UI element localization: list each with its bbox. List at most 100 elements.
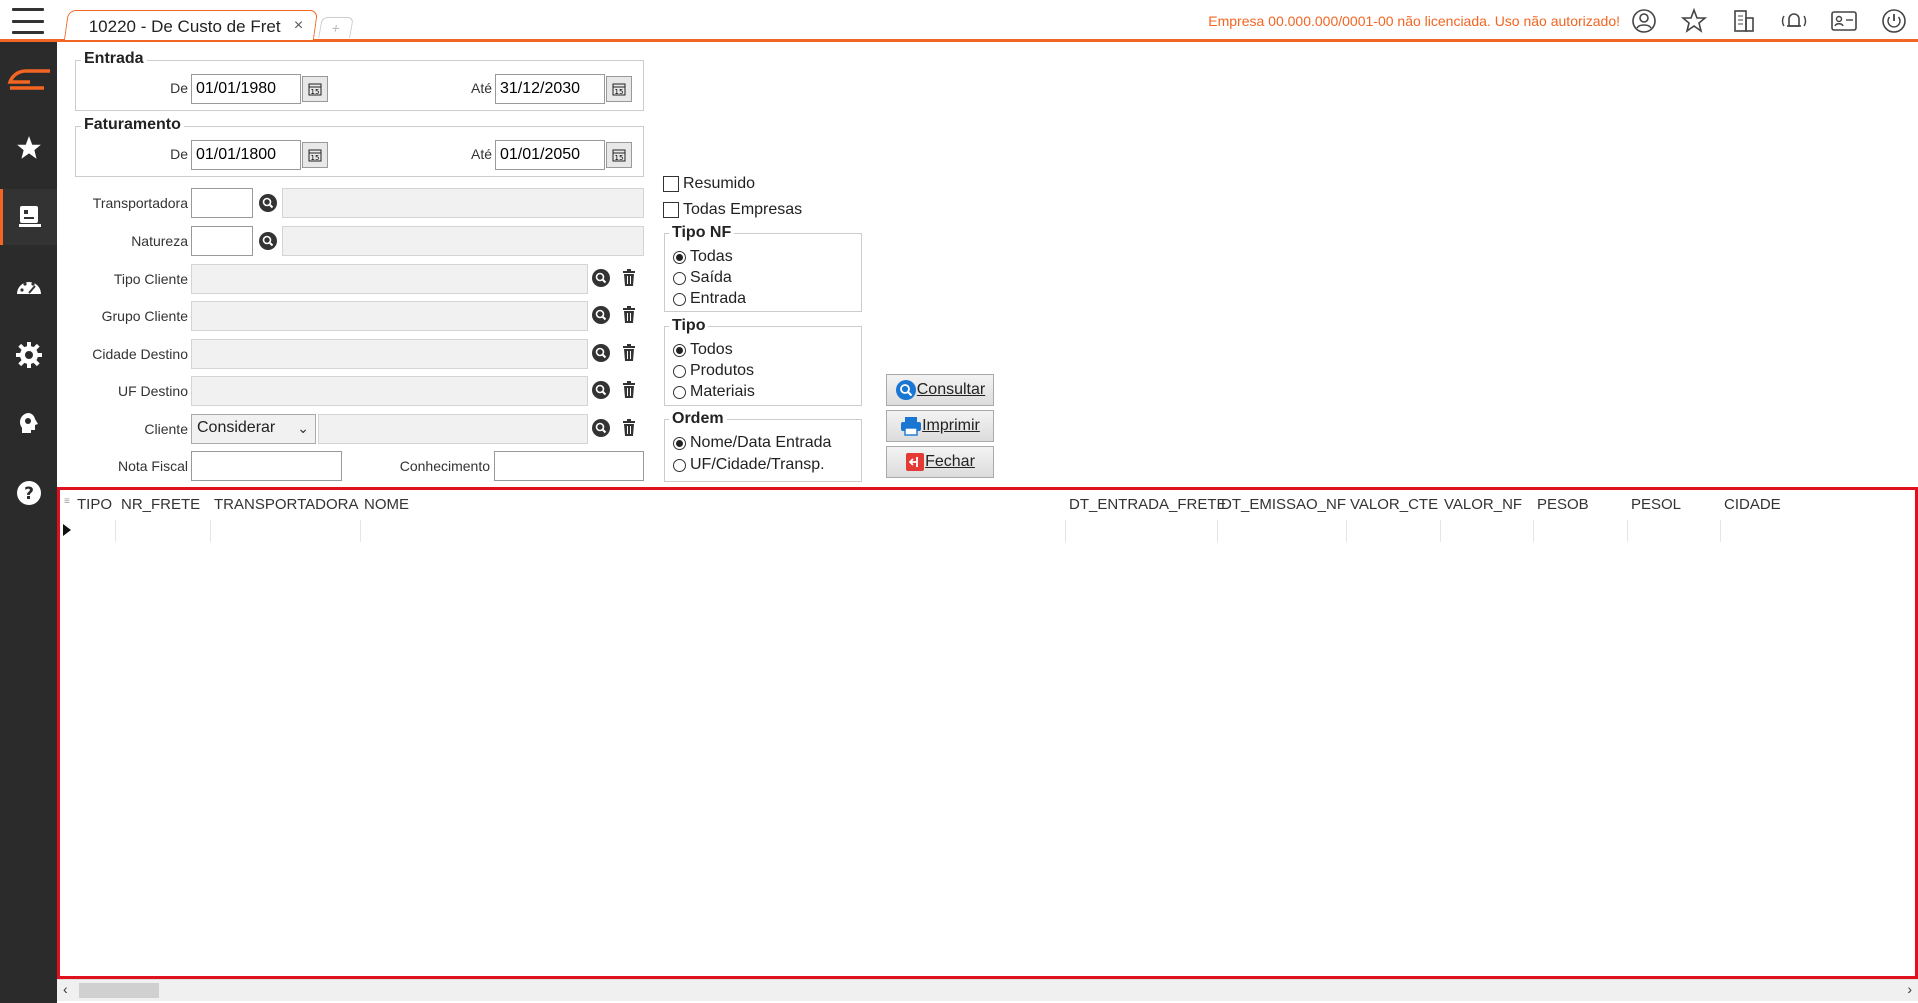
trash-icon[interactable] (618, 417, 640, 439)
profile-card-icon[interactable] (1828, 6, 1860, 36)
radio-tipo-materiais[interactable]: Materiais (673, 383, 755, 401)
natureza-code-input[interactable] (191, 226, 253, 256)
column-divider (1720, 520, 1721, 542)
column-divider (1346, 520, 1347, 542)
search-icon[interactable] (590, 379, 612, 401)
search-icon[interactable] (590, 267, 612, 289)
svg-text:?: ? (24, 484, 34, 504)
checkbox-box (663, 202, 679, 218)
dashboard-icon[interactable] (0, 258, 57, 314)
results-grid[interactable]: ≡ TIPO NR_FRETE TRANSPORTADORA NOME DT_E… (57, 487, 1918, 979)
radio-ordem-uf-cidade[interactable]: UF/Cidade/Transp. (673, 456, 825, 474)
radio-tipo-todos[interactable]: Todos (673, 341, 733, 359)
top-icons (1628, 6, 1910, 36)
column-divider (360, 520, 361, 542)
faturamento-de-input[interactable] (191, 140, 301, 170)
col-tipo[interactable]: TIPO (77, 496, 112, 513)
tab-custo-frete[interactable]: 10220 - De Custo de Fret × (63, 10, 319, 40)
entrada-ate-input[interactable] (495, 74, 605, 104)
entrada-de-label: De (170, 80, 188, 96)
menu-icon[interactable] (12, 8, 44, 34)
scroll-left-icon[interactable]: ‹ (63, 981, 68, 997)
radio-tipo-nf-saida[interactable]: Saída (673, 269, 732, 287)
uf-destino-field (191, 376, 588, 406)
user-icon[interactable] (1628, 6, 1660, 36)
col-pesob[interactable]: PESOB (1537, 496, 1589, 513)
close-tab-icon[interactable]: × (294, 17, 303, 35)
trash-icon[interactable] (618, 304, 640, 326)
company-icon[interactable] (1728, 6, 1760, 36)
cidade-destino-label: Cidade Destino (92, 346, 188, 362)
entrada-de-input[interactable] (191, 74, 301, 104)
col-valor-nf[interactable]: VALOR_NF (1444, 496, 1522, 513)
reports-icon[interactable] (0, 189, 57, 245)
cliente-select[interactable]: Considerar ⌄ (191, 414, 316, 444)
conhecimento-input[interactable] (494, 451, 644, 481)
new-tab-button[interactable]: + (318, 17, 354, 38)
scroll-right-icon[interactable]: › (1907, 981, 1912, 997)
col-cidade[interactable]: CIDADE (1724, 496, 1781, 513)
horizontal-scrollbar[interactable]: ‹ › (57, 979, 1918, 1001)
todas-empresas-checkbox[interactable]: Todas Empresas (663, 201, 802, 219)
favorites-icon[interactable] (0, 120, 57, 176)
trash-icon[interactable] (618, 379, 640, 401)
calendar-icon[interactable]: 15 (302, 76, 328, 102)
tipo-title: Tipo (669, 317, 709, 335)
notification-icon[interactable] (1778, 6, 1810, 36)
nota-fiscal-input[interactable] (191, 451, 342, 481)
search-icon[interactable] (257, 230, 279, 252)
search-icon[interactable] (590, 304, 612, 326)
radio-label: UF/Cidade/Transp. (690, 456, 825, 473)
search-icon[interactable] (590, 417, 612, 439)
col-dt-emissao-nf[interactable]: DT_EMISSAO_NF (1221, 496, 1346, 513)
cidade-destino-field (191, 339, 588, 369)
sidebar: ? (0, 42, 57, 1003)
star-icon[interactable] (1678, 6, 1710, 36)
faturamento-de-label: De (170, 146, 188, 162)
radio-tipo-produtos[interactable]: Produtos (673, 362, 754, 380)
help-icon[interactable]: ? (0, 465, 57, 521)
fechar-button[interactable]: Fechar (886, 446, 994, 478)
app-logo-icon[interactable] (0, 52, 57, 108)
col-pesol[interactable]: PESOL (1631, 496, 1681, 513)
row-indicator-icon: ≡ (64, 496, 70, 507)
trash-icon[interactable] (618, 267, 640, 289)
col-nome[interactable]: NOME (364, 496, 409, 513)
scroll-thumb[interactable] (79, 983, 159, 998)
col-nr-frete[interactable]: NR_FRETE (121, 496, 200, 513)
col-transportadora[interactable]: TRANSPORTADORA (214, 496, 358, 513)
calendar-icon[interactable]: 15 (606, 76, 632, 102)
cliente-field (318, 414, 588, 444)
exit-icon (906, 453, 925, 471)
conhecimento-label: Conhecimento (399, 458, 490, 474)
calendar-icon[interactable]: 15 (302, 142, 328, 168)
consultar-button[interactable]: Consultar (886, 374, 994, 406)
support-brain-icon[interactable] (0, 396, 57, 452)
svg-text:15: 15 (615, 88, 624, 96)
resumido-label: Resumido (683, 175, 756, 192)
col-valor-cte[interactable]: VALOR_CTE (1350, 496, 1438, 513)
resumido-checkbox[interactable]: Resumido (663, 175, 755, 193)
imprimir-button[interactable]: Imprimir (886, 410, 994, 442)
radio-tipo-nf-todas[interactable]: Todas (673, 248, 733, 266)
search-icon[interactable] (257, 192, 279, 214)
radio-dot (673, 292, 686, 306)
faturamento-ate-input[interactable] (495, 140, 605, 170)
power-icon[interactable] (1878, 6, 1910, 36)
consultar-label: Consultar (916, 381, 986, 398)
transportadora-label: Transportadora (92, 195, 188, 211)
trash-icon[interactable] (618, 342, 640, 364)
transportadora-code-input[interactable] (191, 188, 253, 218)
column-divider (115, 520, 116, 542)
calendar-icon[interactable]: 15 (606, 142, 632, 168)
radio-label: Todas (690, 248, 733, 265)
radio-tipo-nf-entrada[interactable]: Entrada (673, 290, 746, 308)
radio-dot (673, 250, 686, 264)
search-icon[interactable] (590, 342, 612, 364)
radio-ordem-nome-data[interactable]: Nome/Data Entrada (673, 434, 831, 452)
col-dt-entrada-frete[interactable]: DT_ENTRADA_FRETE (1069, 496, 1227, 513)
radio-label: Nome/Data Entrada (690, 434, 832, 451)
settings-gear-icon[interactable] (0, 327, 57, 383)
radio-dot (673, 271, 686, 285)
faturamento-title: Faturamento (81, 116, 184, 134)
